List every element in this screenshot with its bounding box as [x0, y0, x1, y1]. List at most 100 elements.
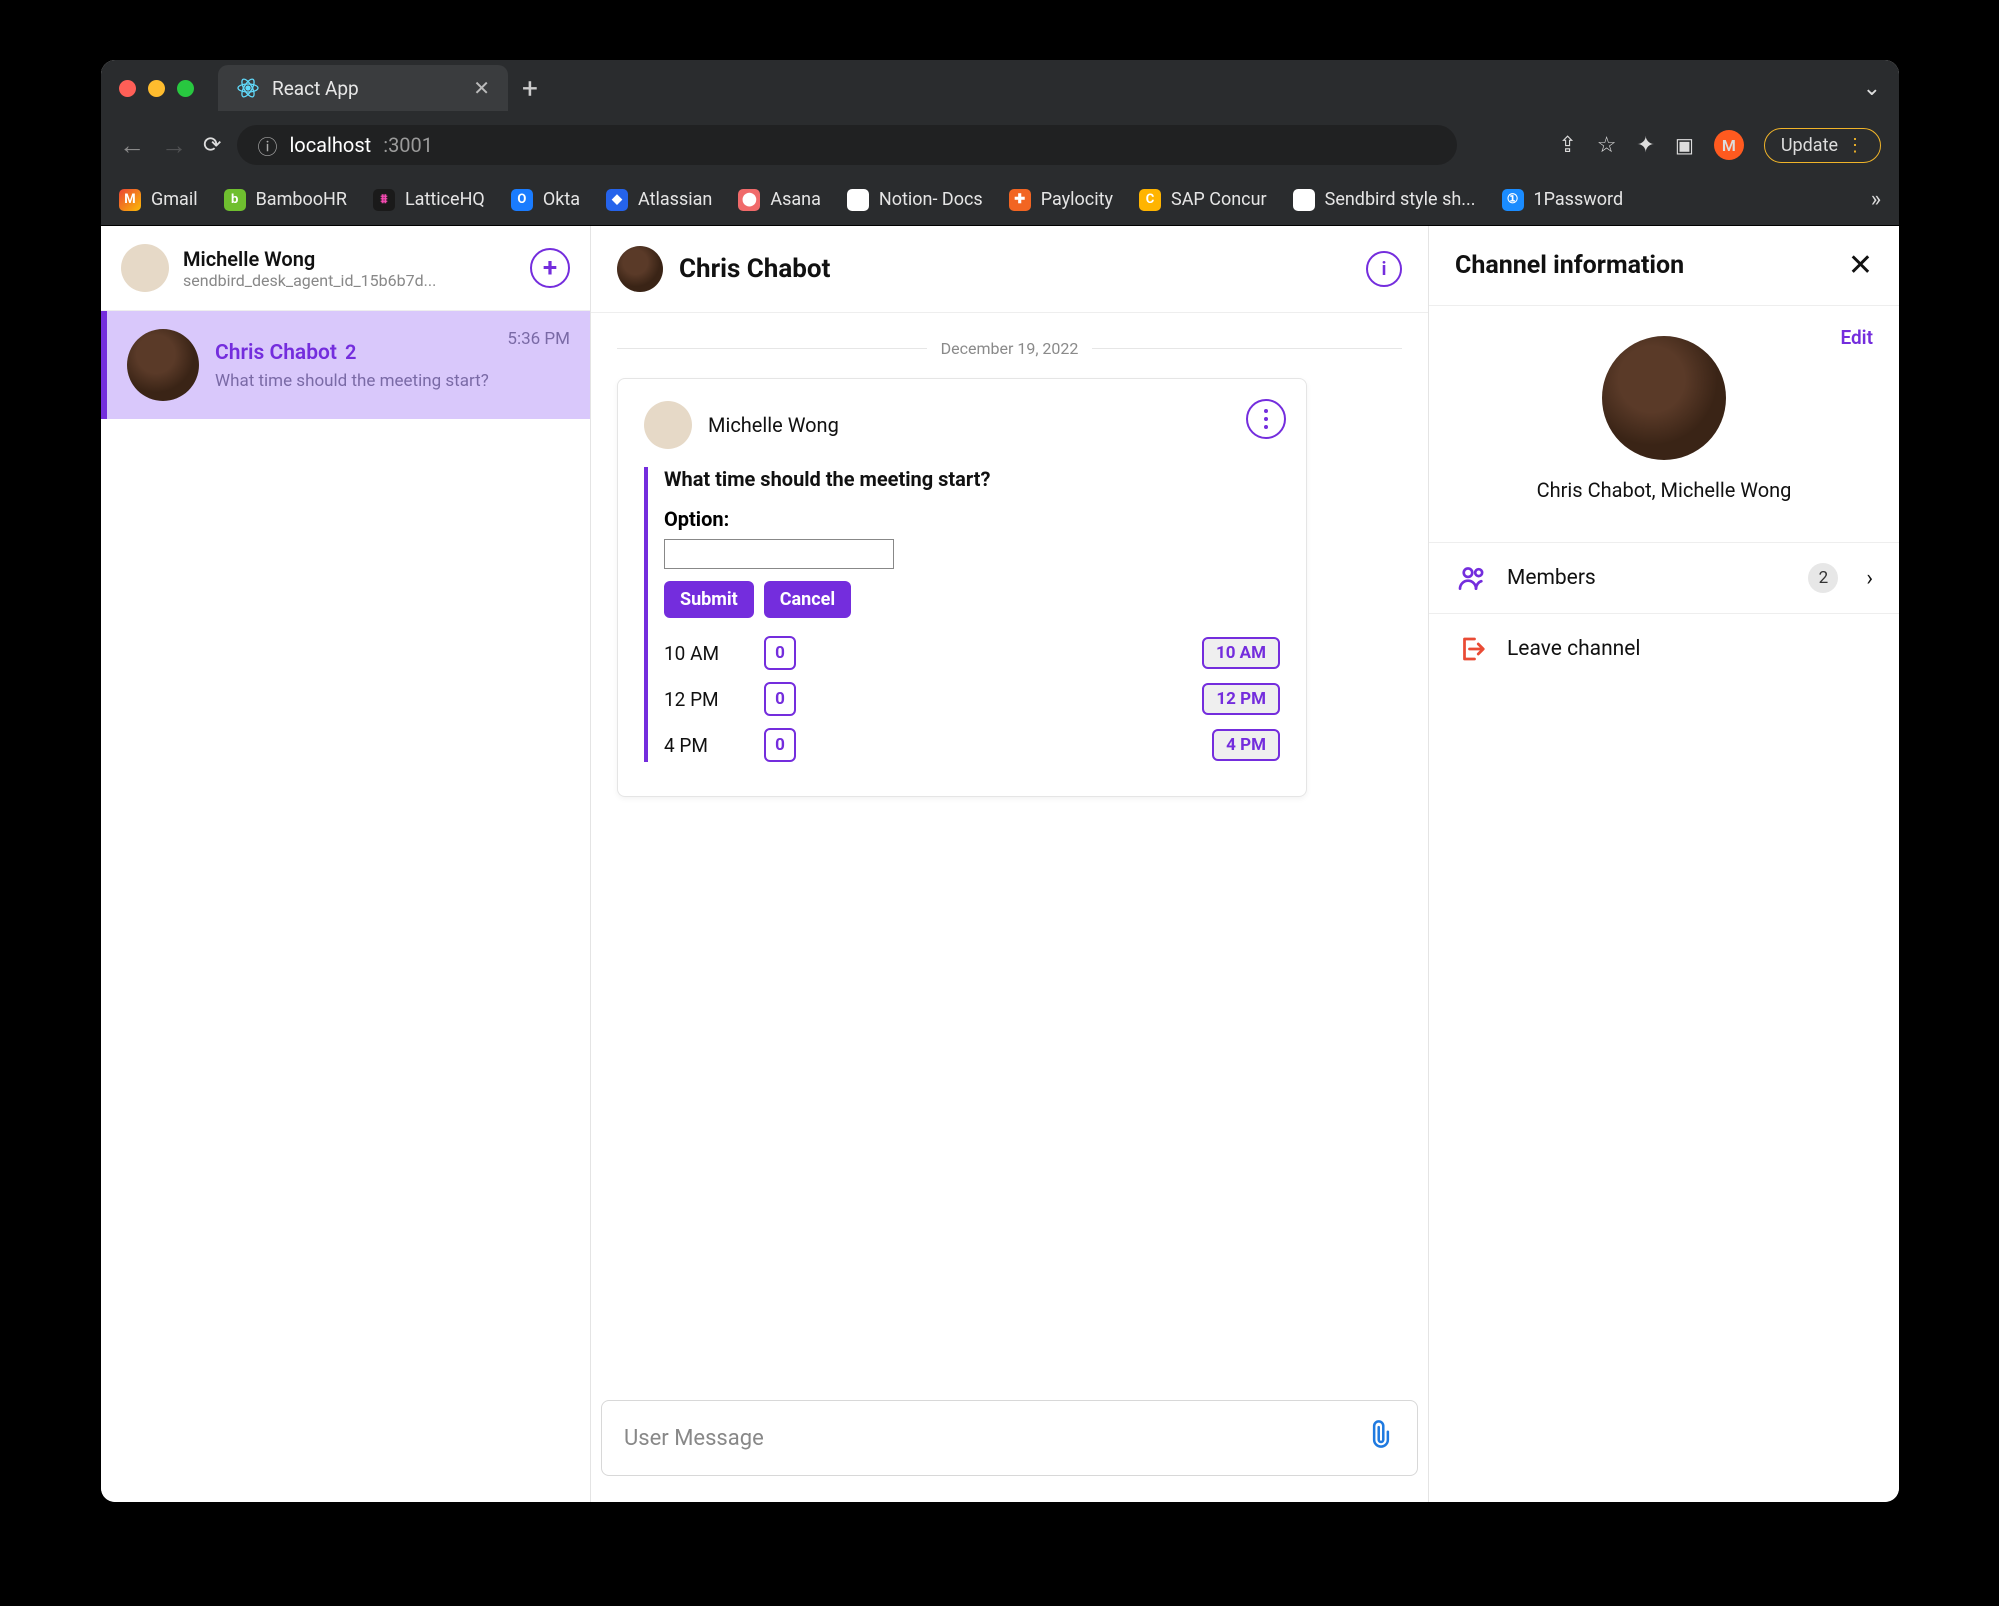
members-icon — [1455, 561, 1489, 595]
poll-option-text: 12 PM — [664, 688, 744, 711]
members-count-badge: 2 — [1808, 563, 1838, 593]
members-label: Members — [1507, 566, 1596, 590]
bookmark-1password[interactable]: ①1Password — [1502, 189, 1624, 211]
avatar — [127, 329, 199, 401]
app-root: Michelle Wong sendbird_desk_agent_id_15b… — [101, 226, 1899, 1502]
new-tab-button[interactable]: + — [522, 72, 538, 105]
info-panel-header: Channel information ✕ — [1429, 226, 1899, 306]
channel-members-names: Chris Chabot, Michelle Wong — [1455, 478, 1873, 502]
sidebar: Michelle Wong sendbird_desk_agent_id_15b… — [101, 226, 591, 1502]
poll-vote-button[interactable]: 10 AM — [1202, 637, 1280, 669]
submit-button[interactable]: Submit — [664, 581, 754, 618]
bookmark-asana[interactable]: ⬤Asana — [738, 189, 821, 211]
avatar — [121, 244, 169, 292]
date-separator: December 19, 2022 — [617, 339, 1402, 358]
close-panel-button[interactable]: ✕ — [1848, 248, 1873, 283]
profile-avatar[interactable]: M — [1714, 130, 1744, 160]
bookmark-notion[interactable]: NNotion- Docs — [847, 189, 983, 211]
url-bar: ← → ⟳ ⓘ localhost :3001 ⇪ ☆ ✦ ▣ M Update⋮ — [101, 116, 1899, 174]
poll-option-row: 10 AM 0 10 AM — [664, 636, 1280, 670]
close-window-icon[interactable] — [119, 80, 136, 97]
channel-info-button[interactable]: i — [1366, 251, 1402, 287]
info-panel-body: Edit Chris Chabot, Michelle Wong — [1429, 306, 1899, 542]
info-panel-title: Channel information — [1455, 251, 1684, 280]
leave-channel-row[interactable]: Leave channel — [1429, 613, 1899, 684]
bookmark-sap-concur[interactable]: CSAP Concur — [1139, 189, 1267, 211]
message-more-button[interactable] — [1246, 399, 1286, 439]
current-user-row: Michelle Wong sendbird_desk_agent_id_15b… — [101, 226, 590, 311]
minimize-window-icon[interactable] — [148, 80, 165, 97]
unread-count: 2 — [345, 340, 356, 364]
reload-button[interactable]: ⟳ — [203, 133, 221, 158]
poll-vote-count: 0 — [764, 728, 796, 762]
update-button[interactable]: Update⋮ — [1764, 128, 1881, 163]
channel-item[interactable]: Chris Chabot 2 What time should the meet… — [101, 311, 590, 419]
poll-option-text: 4 PM — [664, 734, 744, 757]
channel-preview: What time should the meeting start? — [215, 371, 491, 391]
composer-area — [591, 1384, 1428, 1502]
browser-window: React App ✕ + ⌄ ← → ⟳ ⓘ localhost :3001 ⇪… — [101, 60, 1899, 1502]
poll-option-row: 4 PM 0 4 PM — [664, 728, 1280, 762]
message-composer[interactable] — [601, 1400, 1418, 1476]
conversation-panel: Chris Chabot i December 19, 2022 Michell… — [591, 226, 1429, 1502]
avatar — [644, 401, 692, 449]
bookmark-paylocity[interactable]: ✚Paylocity — [1009, 189, 1113, 211]
message-sender: Michelle Wong — [708, 413, 839, 437]
leave-icon — [1455, 632, 1489, 666]
forward-button: → — [161, 130, 187, 161]
tab-title: React App — [272, 77, 359, 100]
cancel-button[interactable]: Cancel — [764, 581, 851, 618]
star-icon[interactable]: ☆ — [1597, 133, 1617, 158]
share-icon[interactable]: ⇪ — [1558, 133, 1576, 158]
bookmarks-bar: MGmail bBambooHR ⩩LatticeHQ OOkta ◆Atlas… — [101, 174, 1899, 226]
poll-vote-count: 0 — [764, 636, 796, 670]
current-user-name: Michelle Wong — [183, 247, 436, 271]
bookmark-atlassian[interactable]: ◆Atlassian — [606, 189, 712, 211]
maximize-window-icon[interactable] — [177, 80, 194, 97]
bookmark-bamboohr[interactable]: bBambooHR — [224, 189, 347, 211]
url-host: localhost — [289, 133, 371, 157]
conversation-header: Chris Chabot i — [591, 226, 1428, 313]
attachment-icon[interactable] — [1367, 1418, 1395, 1458]
poll-option-label: Option: — [664, 507, 1280, 531]
conversation-title: Chris Chabot — [679, 254, 830, 284]
back-button[interactable]: ← — [119, 130, 145, 161]
tabs-menu-icon[interactable]: ⌄ — [1863, 76, 1881, 101]
current-user-id: sendbird_desk_agent_id_15b6b7d... — [183, 271, 436, 290]
bookmarks-overflow-icon[interactable]: » — [1871, 187, 1881, 212]
panel-icon[interactable]: ▣ — [1675, 133, 1694, 157]
chevron-right-icon: › — [1866, 566, 1873, 591]
window-controls — [119, 80, 194, 97]
poll-option-input[interactable] — [664, 539, 894, 569]
channel-name: Chris Chabot — [215, 341, 337, 365]
chrome-menu-icon[interactable]: ⋮ — [1846, 135, 1864, 156]
message-input[interactable] — [624, 1426, 1367, 1451]
poll-question: What time should the meeting start? — [664, 467, 1280, 491]
titlebar: React App ✕ + ⌄ — [101, 60, 1899, 116]
edit-link[interactable]: Edit — [1840, 326, 1873, 349]
channel-avatar — [1602, 336, 1726, 460]
poll-option-row: 12 PM 0 12 PM — [664, 682, 1280, 716]
bookmark-okta[interactable]: OOkta — [511, 189, 580, 211]
create-channel-button[interactable]: + — [530, 248, 570, 288]
bookmark-gmail[interactable]: MGmail — [119, 189, 198, 211]
channel-time: 5:36 PM — [507, 329, 570, 349]
site-info-icon[interactable]: ⓘ — [257, 131, 277, 160]
message-thread[interactable]: December 19, 2022 Michelle Wong What tim… — [591, 313, 1428, 1384]
poll-vote-button[interactable]: 12 PM — [1202, 683, 1280, 715]
leave-channel-label: Leave channel — [1507, 637, 1641, 661]
tab-close-icon[interactable]: ✕ — [473, 76, 490, 100]
members-row[interactable]: Members 2 › — [1429, 542, 1899, 613]
poll-option-text: 10 AM — [664, 642, 744, 665]
url-port: :3001 — [383, 133, 433, 157]
bookmark-latticehq[interactable]: ⩩LatticeHQ — [373, 189, 485, 211]
bookmark-sendbird[interactable]: NSendbird style sh... — [1293, 189, 1476, 211]
address-bar[interactable]: ⓘ localhost :3001 — [237, 125, 1457, 165]
poll: What time should the meeting start? Opti… — [644, 467, 1280, 762]
toolbar-icons: ⇪ ☆ ✦ ▣ M Update⋮ — [1558, 128, 1881, 163]
extensions-icon[interactable]: ✦ — [1637, 133, 1655, 158]
react-icon — [236, 76, 260, 100]
avatar — [617, 246, 663, 292]
browser-tab[interactable]: React App ✕ — [218, 65, 508, 111]
poll-vote-button[interactable]: 4 PM — [1212, 729, 1280, 761]
